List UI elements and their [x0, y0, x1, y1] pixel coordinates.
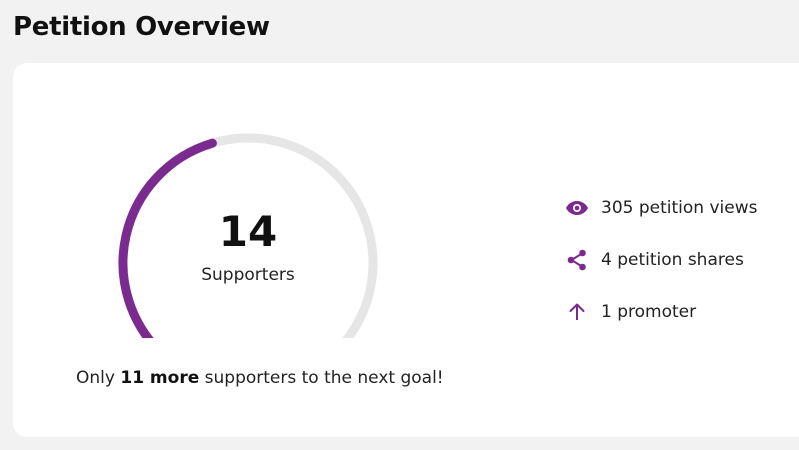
arrow-up-icon: [565, 300, 589, 324]
supporters-gauge: 14 Supporters: [113, 118, 409, 338]
stat-promoters: 1 promoter: [565, 297, 757, 327]
stat-views: 305 petition views: [565, 193, 757, 223]
goal-message: Only 11 more supporters to the next goal…: [76, 368, 444, 388]
supporter-count: 14: [218, 207, 278, 256]
stat-promoters-text: 1 promoter: [601, 302, 697, 322]
supporter-label: Supporters: [201, 265, 295, 285]
petition-overview-card: 14 Supporters Only 11 more supporters to…: [13, 63, 799, 437]
goal-remaining: 11 more: [120, 368, 200, 388]
stat-views-text: 305 petition views: [601, 198, 758, 218]
page-title: Petition Overview: [13, 12, 270, 42]
share-icon: [565, 248, 589, 272]
goal-prefix: Only: [76, 368, 115, 388]
stat-shares-text: 4 petition shares: [601, 250, 744, 270]
eye-icon: [565, 196, 589, 220]
petition-stats: 305 petition views 4 petition shares 1 p…: [565, 193, 757, 349]
goal-suffix: supporters to the next goal!: [204, 368, 444, 388]
stat-shares: 4 petition shares: [565, 245, 757, 275]
